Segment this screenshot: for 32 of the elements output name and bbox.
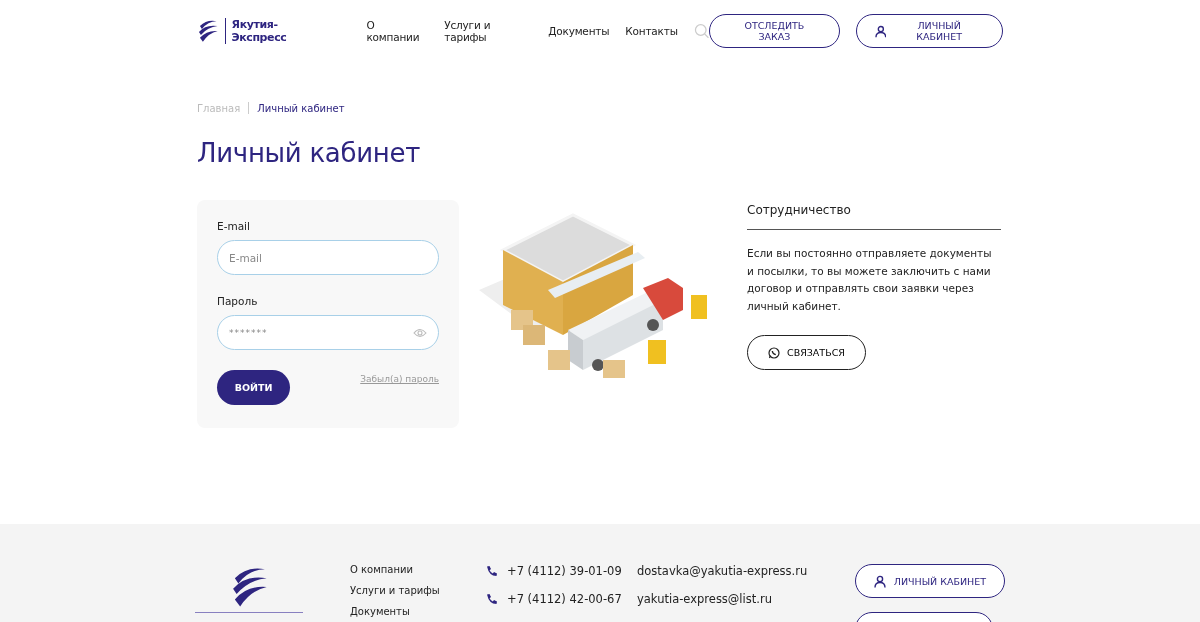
footer-link[interactable]: Документы xyxy=(350,606,486,617)
footer-link[interactable]: О компании xyxy=(350,564,486,575)
phone-icon xyxy=(486,593,498,605)
field-label: E-mail xyxy=(217,220,251,232)
nav-link[interactable]: Услуги и тарифы xyxy=(444,19,533,43)
phone-number[interactable]: +7 (4112) 39-01-09 xyxy=(507,564,622,578)
logo-text[interactable]: Якутия-Экспресс xyxy=(231,18,331,44)
track-order-button[interactable]: ОТСЛЕДИТЬ ЗАКАЗ xyxy=(709,14,840,48)
phone-icon xyxy=(486,565,498,577)
account-button[interactable]: ЛИЧНЫЙ КАБИНЕТ xyxy=(854,564,1005,598)
cooperation-text: Если вы постоянно отправляете документы и посылки, то вы можете заключить с нами договор и отправлять свои заявки через личный кабинет. xyxy=(747,246,993,314)
user-icon xyxy=(874,24,887,38)
footer-link[interactable]: Услуги и тарифы xyxy=(350,585,486,596)
field-label: Пароль xyxy=(217,295,259,307)
nav-link[interactable]: Контакты xyxy=(625,25,678,37)
account-button[interactable]: ЛИЧНЫЙ КАБИНЕТ xyxy=(855,14,1003,48)
search-icon[interactable] xyxy=(693,23,710,39)
login-button[interactable]: ВОЙТИ xyxy=(217,370,290,405)
breadcrumb-link[interactable]: Личный кабинет xyxy=(257,102,345,114)
password-field[interactable]: ******* xyxy=(217,315,439,350)
email-address[interactable]: dostavka@yakutia-express.ru xyxy=(637,564,808,578)
email-address[interactable]: yakutia-express@list.ru xyxy=(637,592,772,606)
section-title: Сотрудничество xyxy=(747,203,852,217)
nav-link[interactable]: Документы xyxy=(548,25,610,37)
nav-link[interactable]: О компании xyxy=(366,19,429,43)
email-field[interactable]: E-mail xyxy=(217,240,439,275)
page-title: Личный кабинет xyxy=(197,138,421,168)
logo-icon xyxy=(197,18,219,44)
user-icon xyxy=(873,574,886,588)
contact-button[interactable]: СВЯЗАТЬСЯ xyxy=(747,335,866,370)
whatsapp-icon xyxy=(768,346,780,359)
phone-number[interactable]: +7 (4112) 42-00-67 xyxy=(507,592,622,606)
